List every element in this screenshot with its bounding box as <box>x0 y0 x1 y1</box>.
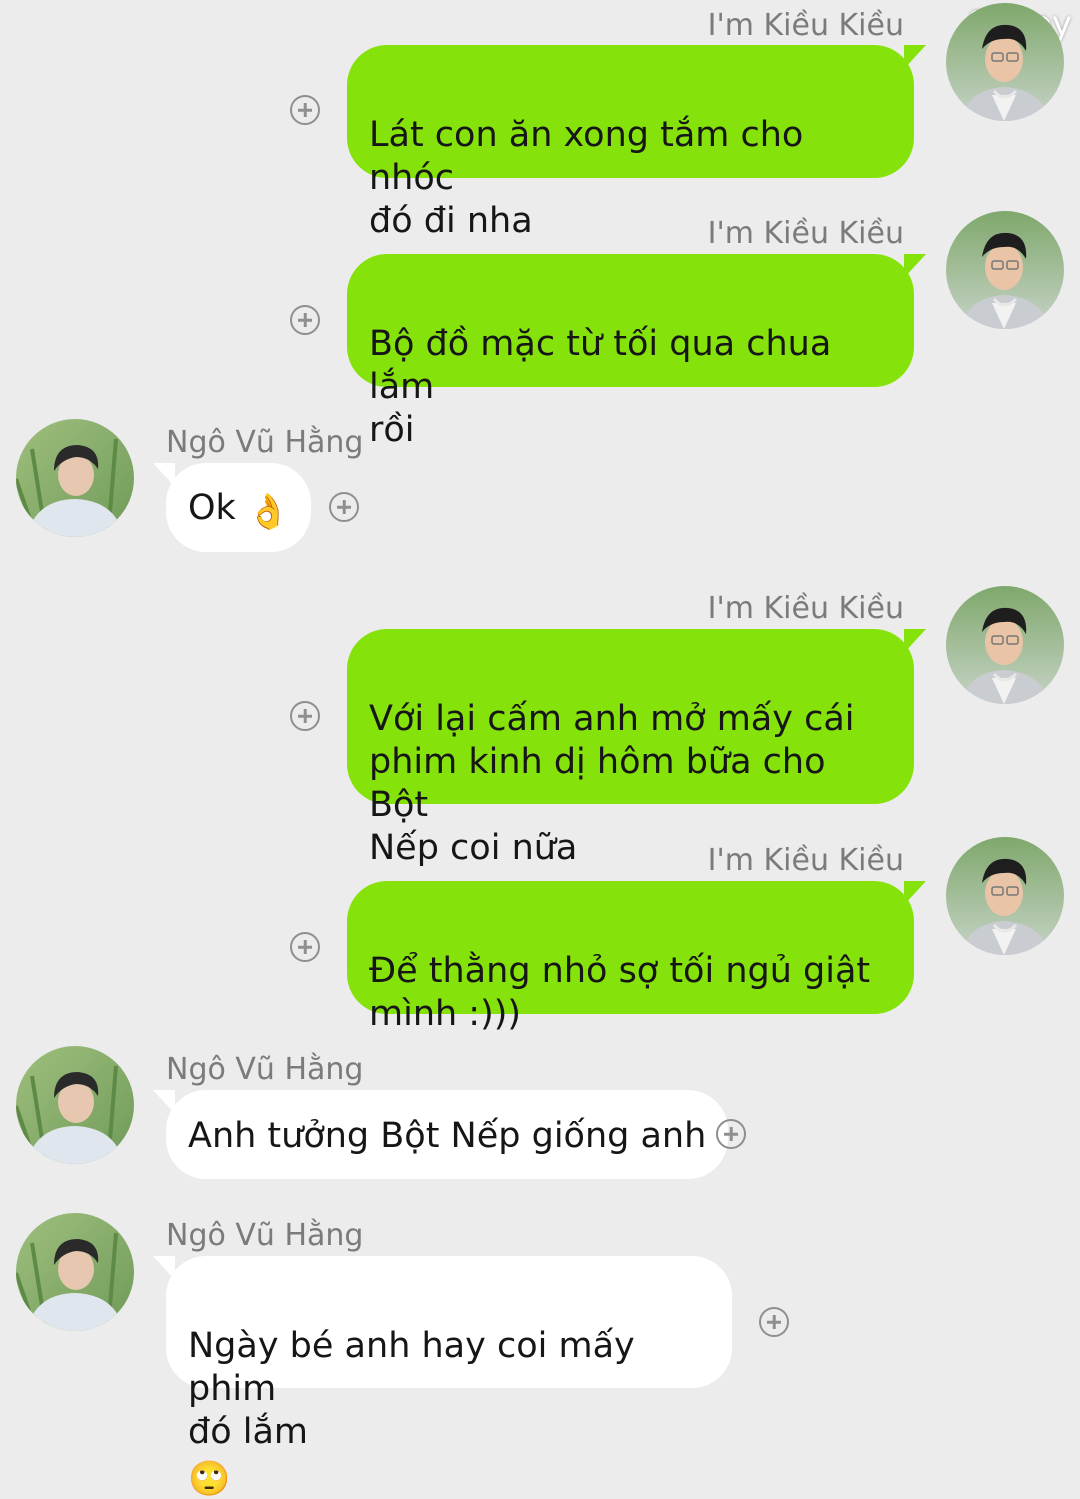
sender-name: Ngô Vũ Hằng <box>166 1052 364 1087</box>
message-bubble[interactable]: Với lại cấm anh mở mấy cái phim kinh dị … <box>347 629 914 868</box>
message-bubble[interactable]: Anh tưởng Bột Nếp giống anh <box>166 1090 729 1179</box>
avatar[interactable] <box>946 211 1064 329</box>
message-text: Ok <box>188 488 236 528</box>
message-text: Bộ đồ mặc từ tối qua chua lắm rồi <box>369 324 832 450</box>
plus-circle-icon[interactable] <box>759 1307 789 1337</box>
sender-name: I'm Kiều Kiều <box>707 8 904 43</box>
sender-name: Ngô Vũ Hằng <box>166 425 364 460</box>
sender-name: I'm Kiều Kiều <box>707 843 904 878</box>
sender-name: Ngô Vũ Hằng <box>166 1218 364 1253</box>
avatar[interactable] <box>946 3 1064 121</box>
plus-circle-icon[interactable] <box>716 1119 746 1149</box>
message-text: Để thằng nhỏ sợ tối ngủ giật mình :))) <box>369 951 871 1034</box>
plus-circle-icon[interactable] <box>329 492 359 522</box>
plus-circle-icon[interactable] <box>290 701 320 731</box>
bubble-tail <box>904 881 926 905</box>
avatar[interactable] <box>16 419 134 537</box>
message-text: Ngày bé anh hay coi mấy phim đó lắm <box>188 1326 635 1452</box>
bubble-tail <box>904 45 926 69</box>
message-bubble[interactable]: Để thằng nhỏ sợ tối ngủ giật mình :))) <box>347 881 914 1034</box>
message-bubble[interactable]: Ok 👌 <box>166 463 312 552</box>
message-text: Anh tưởng Bột Nếp giống anh <box>188 1116 707 1156</box>
plus-circle-icon[interactable] <box>290 932 320 962</box>
message-bubble[interactable]: Ngày bé anh hay coi mấy phim đó lắm 🙄 <box>166 1256 732 1499</box>
ok-hand-emoji: 👌 <box>246 492 290 532</box>
avatar[interactable] <box>946 586 1064 704</box>
bubble-tail <box>904 254 926 278</box>
sender-name: I'm Kiều Kiều <box>707 591 904 626</box>
sender-name: I'm Kiều Kiều <box>707 216 904 251</box>
avatar[interactable] <box>16 1046 134 1164</box>
plus-circle-icon[interactable] <box>290 95 320 125</box>
face-with-rolling-eyes-emoji: 🙄 <box>188 1459 231 1499</box>
bubble-tail <box>904 629 926 653</box>
avatar[interactable] <box>946 837 1064 955</box>
message-bubble[interactable]: Bộ đồ mặc từ tối qua chua lắm rồi <box>347 254 914 450</box>
avatar[interactable] <box>16 1213 134 1331</box>
plus-circle-icon[interactable] <box>290 305 320 335</box>
message-bubble[interactable]: Lát con ăn xong tắm cho nhóc đó đi nha <box>347 45 914 241</box>
